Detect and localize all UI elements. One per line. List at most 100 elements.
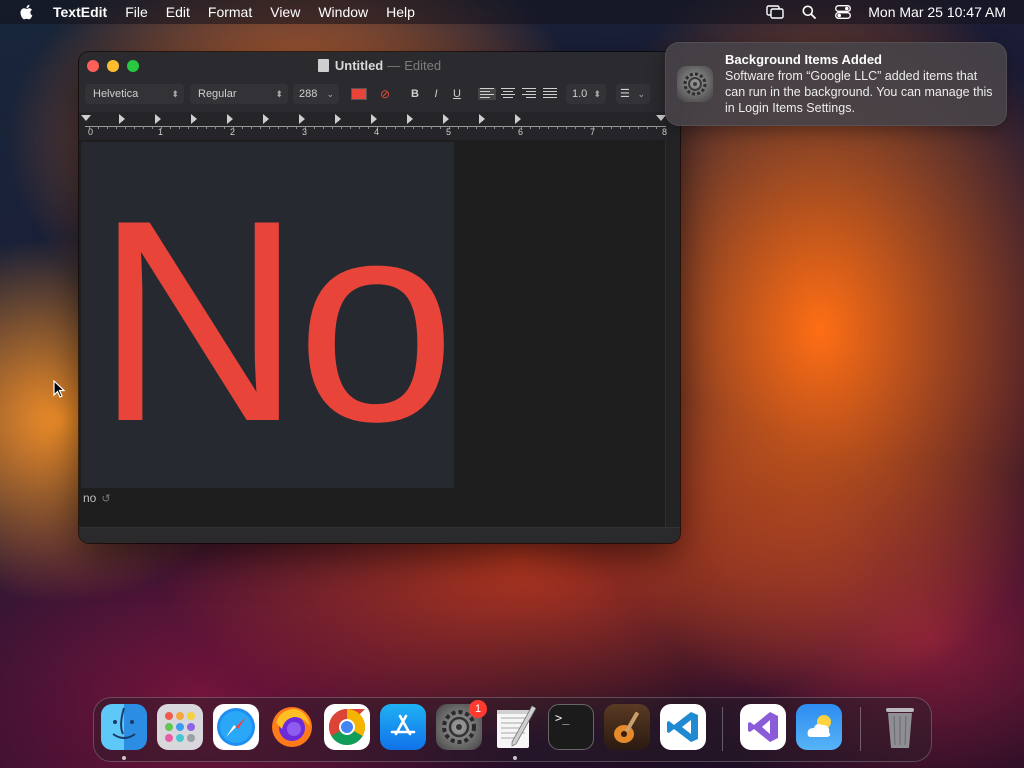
- align-center-icon[interactable]: [499, 88, 517, 100]
- menu-view[interactable]: View: [261, 0, 309, 24]
- right-indent-marker[interactable]: [656, 115, 666, 121]
- ruler-tick: [620, 126, 621, 129]
- ruler-number: 0: [88, 127, 94, 137]
- ruler-number: 1: [158, 127, 164, 137]
- document-text-area[interactable]: No no ↺: [79, 140, 665, 527]
- ruler-number: 4: [374, 127, 380, 137]
- tab-stop-marker[interactable]: [335, 114, 341, 124]
- popup-chevrons-icon: ⬍: [275, 89, 283, 99]
- ruler-tick: [467, 126, 468, 129]
- font-size-combo[interactable]: 288 ⌄: [293, 84, 339, 104]
- left-indent-marker[interactable]: [81, 115, 91, 121]
- menu-window[interactable]: Window: [309, 0, 377, 24]
- apple-menu-icon[interactable]: [18, 0, 36, 24]
- tab-stop-marker[interactable]: [371, 114, 377, 124]
- vertical-scrollbar[interactable]: [665, 140, 680, 527]
- safari-icon[interactable]: [213, 704, 259, 750]
- ruler-number: 3: [302, 127, 308, 137]
- tab-stop-marker[interactable]: [515, 114, 521, 124]
- bold-button[interactable]: B: [406, 84, 424, 104]
- align-justify-icon[interactable]: [541, 88, 559, 100]
- text-completion-suggestion[interactable]: no ↺: [81, 489, 111, 507]
- ruler-tick: [422, 126, 423, 129]
- menu-bar: TextEdit File Edit Format View Window He…: [0, 0, 1024, 24]
- menu-help[interactable]: Help: [377, 0, 424, 24]
- spotlight-search-icon[interactable]: [799, 0, 819, 24]
- bulleted-list-icon: ☰: [620, 88, 630, 100]
- dock-separator: [860, 707, 861, 751]
- align-right-icon[interactable]: [520, 88, 538, 100]
- undo-arrow-icon[interactable]: ↺: [101, 493, 110, 505]
- title-separator: —: [387, 58, 401, 73]
- horizontal-scrollbar[interactable]: [79, 527, 680, 543]
- italic-button[interactable]: I: [427, 84, 445, 104]
- ruler-tick: [107, 126, 108, 129]
- tab-stop-marker[interactable]: [119, 114, 125, 124]
- ruler-tick: [143, 126, 144, 129]
- font-style-value: Regular: [198, 88, 237, 100]
- line-spacing-value: 1.0: [572, 88, 588, 100]
- menu-app-name[interactable]: TextEdit: [44, 0, 116, 24]
- ruler-tick: [611, 126, 612, 129]
- terminal-icon[interactable]: >_: [548, 704, 594, 750]
- control-center-icon[interactable]: [833, 0, 853, 24]
- tab-stop-marker[interactable]: [155, 114, 161, 124]
- tab-stop-marker[interactable]: [191, 114, 197, 124]
- ruler-tick: [242, 126, 243, 129]
- menu-file[interactable]: File: [116, 0, 157, 24]
- ruler-tick: [602, 126, 603, 129]
- ruler-tick: [413, 126, 414, 129]
- font-family-popup[interactable]: Helvetica ⬍: [85, 84, 184, 104]
- underline-button[interactable]: U: [448, 84, 466, 104]
- selected-text-highlight[interactable]: No: [81, 142, 454, 488]
- ruler-number: 6: [518, 127, 524, 137]
- text-color-well[interactable]: [351, 88, 367, 100]
- notification-badge: 1: [469, 700, 487, 718]
- tab-stop-marker[interactable]: [263, 114, 269, 124]
- format-toolbar: Helvetica ⬍ Regular ⬍ 288 ⌄ ⊘ B I U 1.0 …: [79, 84, 680, 106]
- visual-studio-icon[interactable]: [740, 704, 786, 750]
- ruler-tick: [512, 126, 513, 129]
- tab-stop-marker[interactable]: [299, 114, 305, 124]
- menu-bar-clock[interactable]: Mon Mar 25 10:47 AM: [868, 4, 1006, 20]
- garageband-icon[interactable]: [604, 704, 650, 750]
- line-spacing-popup[interactable]: 1.0 ⬍: [566, 84, 606, 104]
- tab-stop-marker[interactable]: [479, 114, 485, 124]
- ruler-tick: [368, 126, 369, 129]
- ruler-tick: [440, 126, 441, 129]
- system-settings-icon: [677, 66, 713, 102]
- font-style-popup[interactable]: Regular ⬍: [190, 84, 288, 104]
- tab-stop-marker[interactable]: [407, 114, 413, 124]
- launchpad-icon[interactable]: [157, 704, 203, 750]
- document-text[interactable]: No: [95, 177, 454, 464]
- textedit-icon[interactable]: [492, 704, 538, 750]
- trash-icon[interactable]: [877, 704, 923, 750]
- firefox-icon[interactable]: [269, 704, 315, 750]
- menu-format[interactable]: Format: [199, 0, 261, 24]
- tab-stop-marker[interactable]: [443, 114, 449, 124]
- ruler-tick: [575, 126, 576, 129]
- ruler[interactable]: 0 1 2 3 4 5 6 7 8: [79, 112, 680, 140]
- screen-mirroring-icon[interactable]: [765, 0, 785, 24]
- list-style-popup[interactable]: ☰ ⌄: [616, 84, 650, 104]
- ruler-tick: [359, 126, 360, 129]
- chevron-down-icon: ⌄: [326, 89, 334, 99]
- app-store-icon[interactable]: [380, 704, 426, 750]
- ruler-tick: [386, 126, 387, 129]
- ruler-tick: [314, 126, 315, 129]
- vscode-icon[interactable]: [660, 704, 706, 750]
- background-items-notification[interactable]: Background Items Added Software from “Go…: [665, 42, 1007, 126]
- chrome-icon[interactable]: [324, 704, 370, 750]
- highlight-color-icon[interactable]: ⊘: [376, 84, 394, 104]
- finder-icon[interactable]: [101, 704, 147, 750]
- running-indicator: [513, 756, 517, 760]
- dock-separator: [722, 707, 723, 751]
- mouse-pointer-icon: [53, 379, 66, 403]
- weather-icon[interactable]: [796, 704, 842, 750]
- document-proxy-icon[interactable]: [317, 59, 329, 72]
- ruler-tick: [503, 126, 504, 129]
- tab-stop-marker[interactable]: [227, 114, 233, 124]
- menu-edit[interactable]: Edit: [157, 0, 199, 24]
- running-indicator: [122, 756, 126, 760]
- align-left-icon[interactable]: [478, 88, 496, 100]
